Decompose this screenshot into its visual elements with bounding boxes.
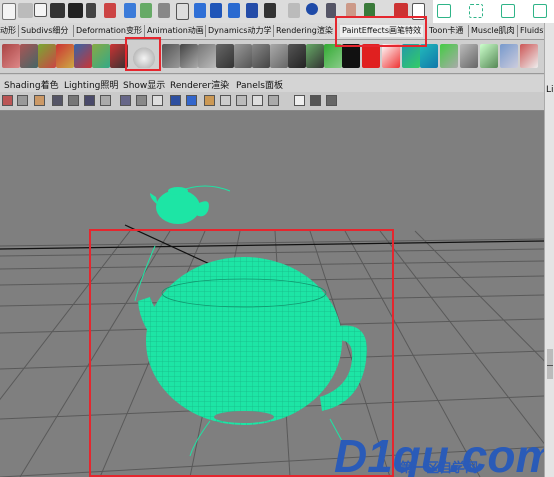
toolbar-button[interactable] — [86, 3, 96, 18]
side-panel-label: Li — [546, 85, 554, 95]
brush-icon[interactable] — [382, 44, 400, 68]
brush-icon[interactable] — [420, 44, 438, 68]
viewport[interactable]: D1qu.com 第一区自学网 — [0, 111, 544, 477]
shelf-tabs: 动形 Subdivs细分 Deformation变形 Animation动画 D… — [0, 23, 554, 40]
toolbar-button[interactable] — [246, 3, 258, 18]
brush-icon[interactable] — [234, 44, 252, 68]
brush-icon[interactable] — [270, 44, 288, 68]
toolbar-button[interactable] — [34, 3, 47, 17]
brush-icon[interactable] — [324, 44, 342, 68]
brush-icon[interactable] — [38, 44, 56, 68]
side-panel: Li — [544, 23, 554, 477]
toolbar-button[interactable] — [306, 3, 318, 15]
panel-menu: Shading着色 Lighting照明 Show显示 Renderer渲染 P… — [0, 75, 544, 92]
toolbar-button[interactable] — [264, 3, 276, 18]
brush-icon[interactable] — [252, 44, 270, 68]
brush-icon[interactable] — [342, 44, 360, 68]
tab-deformation[interactable]: Deformation变形 — [76, 25, 142, 37]
texture-icon[interactable] — [204, 95, 215, 106]
toolbar-button[interactable] — [50, 3, 65, 18]
expand-icon[interactable] — [469, 4, 483, 18]
share-panel — [433, 0, 554, 23]
grid-icon[interactable] — [120, 95, 131, 106]
wireframe-icon[interactable] — [152, 95, 163, 106]
tab-muscle[interactable]: Muscle肌肉 — [471, 25, 515, 37]
menu-lighting[interactable]: Lighting照明 — [64, 78, 118, 91]
brush-icon[interactable] — [216, 44, 234, 68]
shaded-icon[interactable] — [186, 95, 197, 106]
brush-icon[interactable] — [20, 44, 38, 68]
brush-icon[interactable] — [440, 44, 458, 68]
toolbar-button[interactable] — [104, 3, 116, 18]
camera-icon[interactable] — [2, 95, 13, 106]
share-icon[interactable] — [533, 4, 547, 18]
tab-animation[interactable]: Animation动画 — [147, 25, 204, 37]
tab-dynamics[interactable]: Dynamics动力学 — [208, 25, 271, 37]
xray-icon[interactable] — [310, 95, 321, 106]
panel-toolbar — [0, 92, 544, 111]
tab-polygons[interactable]: 动形 — [0, 25, 16, 37]
brush-icon[interactable] — [480, 44, 498, 68]
brush-icon[interactable] — [2, 44, 20, 68]
toolbar-button[interactable] — [210, 3, 222, 18]
toolbar-button[interactable] — [68, 3, 83, 18]
light-icon[interactable] — [236, 95, 247, 106]
toolbar-button[interactable] — [228, 3, 240, 18]
brush-icon[interactable] — [362, 44, 380, 68]
teapot-highlight-box — [89, 229, 394, 477]
menu-show[interactable]: Show显示 — [123, 78, 165, 91]
shelf-icon-highlight — [125, 37, 161, 71]
grid-icon[interactable] — [84, 95, 95, 106]
toolbar-button[interactable] — [140, 3, 152, 18]
menu-shading[interactable]: Shading着色 — [4, 78, 59, 91]
grid-icon[interactable] — [52, 95, 63, 106]
brush-icon[interactable] — [500, 44, 518, 68]
brush-icon[interactable] — [402, 44, 420, 68]
menu-renderer[interactable]: Renderer渲染 — [170, 78, 229, 91]
tab-subdivs[interactable]: Subdivs细分 — [21, 25, 68, 37]
shaded-icon[interactable] — [170, 95, 181, 106]
camera-icon[interactable] — [17, 95, 28, 106]
save-icon[interactable] — [501, 4, 515, 18]
toolbar-button[interactable] — [288, 3, 300, 18]
brush-icon[interactable] — [56, 44, 74, 68]
grid-icon[interactable] — [68, 95, 79, 106]
brush-icon[interactable] — [162, 44, 180, 68]
brush-icon[interactable] — [520, 44, 538, 68]
small-teapot[interactable] — [150, 187, 209, 224]
brush-icon[interactable] — [460, 44, 478, 68]
toolbar-button[interactable] — [158, 3, 170, 18]
shelf — [0, 40, 544, 74]
render-icon[interactable] — [326, 95, 337, 106]
brush-icon[interactable] — [198, 44, 216, 68]
brush-icon[interactable] — [288, 44, 306, 68]
tab-rendering[interactable]: Rendering渲染 — [276, 25, 333, 37]
toolbar-button[interactable] — [124, 3, 136, 18]
camera-icon[interactable] — [34, 95, 45, 106]
toolbar-button[interactable] — [18, 3, 33, 18]
menu-panels[interactable]: Panels面板 — [236, 78, 283, 91]
painteffects-tab-highlight — [335, 16, 427, 47]
light-icon[interactable] — [220, 95, 231, 106]
brush-icon[interactable] — [306, 44, 324, 68]
copy-icon[interactable] — [437, 4, 451, 18]
tab-toon[interactable]: Toon卡通 — [429, 25, 463, 37]
brush-icon[interactable] — [74, 44, 92, 68]
light-icon[interactable] — [252, 95, 263, 106]
brush-icon[interactable] — [92, 44, 110, 68]
brush-icon[interactable] — [180, 44, 198, 68]
toolbar-button[interactable] — [194, 3, 206, 18]
toolbar-button[interactable] — [2, 3, 16, 20]
watermark-subtitle: 第一区自学网 — [400, 460, 479, 475]
light-icon[interactable] — [268, 95, 279, 106]
grid-icon[interactable] — [100, 95, 111, 106]
isolate-icon[interactable] — [294, 95, 305, 106]
grid-icon[interactable] — [136, 95, 147, 106]
toolbar-button[interactable] — [176, 3, 189, 20]
